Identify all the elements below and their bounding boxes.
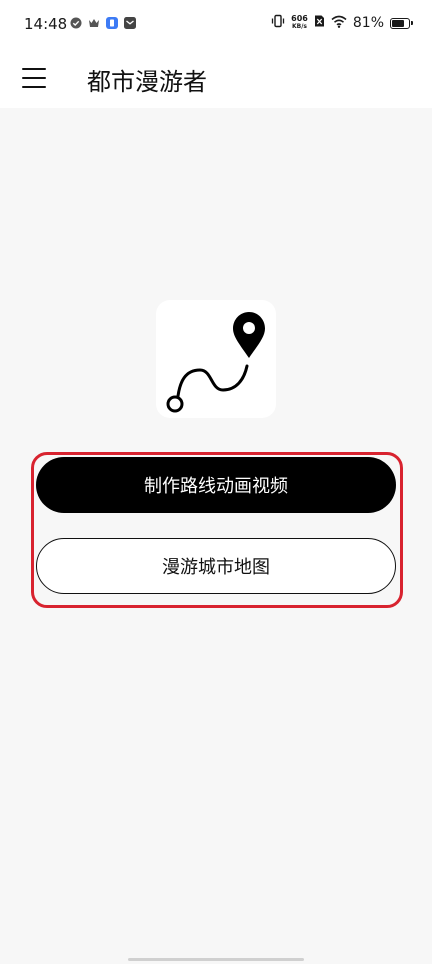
network-speed-unit: KB/s	[292, 23, 308, 30]
app-bar: 都市漫游者	[0, 50, 432, 108]
gesture-nav-handle[interactable]	[128, 958, 304, 961]
battery-percent: 81%	[352, 15, 384, 31]
check-circle-icon	[70, 17, 82, 29]
app-badge-icon	[106, 17, 118, 29]
wifi-icon	[331, 15, 347, 32]
route-pin-icon	[166, 312, 265, 413]
menu-line	[22, 68, 46, 71]
system-indicators: 606 KB/s 81%	[271, 14, 413, 32]
status-time: 14:48	[24, 15, 68, 33]
app-title: 都市漫游者	[87, 68, 207, 96]
battery-icon	[390, 17, 413, 29]
menu-line	[22, 85, 46, 88]
battery-level-fill	[392, 19, 404, 27]
hamburger-menu-icon[interactable]	[22, 68, 46, 88]
mail-icon	[124, 17, 136, 29]
vibrate-icon	[271, 14, 285, 32]
no-sim-icon	[314, 14, 325, 32]
crown-icon	[88, 17, 100, 29]
highlight-annotation	[31, 452, 403, 608]
notification-icons	[70, 17, 136, 29]
app-logo	[156, 300, 276, 418]
status-bar: 14:48 606 KB/s 81%	[0, 0, 432, 50]
network-speed: 606 KB/s	[291, 15, 308, 31]
menu-line	[22, 76, 46, 80]
network-speed-value: 606	[291, 14, 308, 23]
